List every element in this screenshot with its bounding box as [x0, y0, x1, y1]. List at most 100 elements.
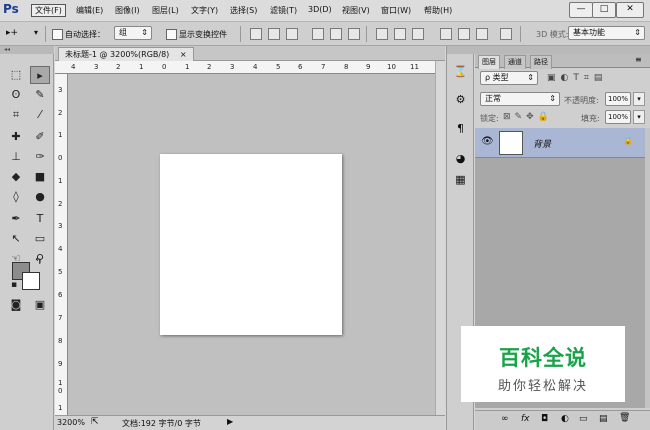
- minimize-button[interactable]: —: [569, 2, 593, 18]
- swap-colors-icon[interactable]: ↰: [32, 256, 44, 268]
- distribute-top-icon[interactable]: [376, 28, 388, 40]
- panel-grip[interactable]: [475, 46, 650, 54]
- history-brush-icon[interactable]: ✑: [30, 148, 50, 166]
- auto-align-icon[interactable]: [500, 28, 512, 40]
- distribute-vcenter-icon[interactable]: [394, 28, 406, 40]
- background-color-swatch[interactable]: [22, 272, 40, 290]
- layer-filter-dropdown[interactable]: ρ 类型 ⇕: [480, 71, 538, 85]
- history-panel-icon[interactable]: ⌛: [452, 64, 469, 79]
- layer-row-background[interactable]: 👁 背景 🔒: [475, 128, 645, 158]
- align-vcenter-icon[interactable]: [268, 28, 280, 40]
- opacity-field[interactable]: 100%: [605, 92, 631, 106]
- new-layer-icon[interactable]: ▤: [599, 414, 608, 424]
- shape-tool-icon[interactable]: ▭: [30, 230, 50, 248]
- align-right-icon[interactable]: [348, 28, 360, 40]
- pen-tool-icon[interactable]: ✒: [6, 210, 26, 228]
- panel-menu-icon[interactable]: ≡: [635, 55, 642, 64]
- tab-channels[interactable]: 通道: [504, 55, 526, 69]
- lock-options-icons[interactable]: ⊠✎✥🔒: [503, 112, 553, 122]
- menu-type[interactable]: 文字(Y): [191, 5, 218, 16]
- ruler-label: 11: [410, 63, 419, 71]
- menu-3d[interactable]: 3D(D): [308, 5, 332, 14]
- layers-scrollbar[interactable]: [645, 128, 650, 408]
- menu-help[interactable]: 帮助(H): [424, 5, 452, 16]
- menu-filter[interactable]: 滤镜(T): [270, 5, 297, 16]
- align-left-icon[interactable]: [312, 28, 324, 40]
- close-tab-icon[interactable]: ×: [180, 50, 187, 59]
- preset-dropdown-icon[interactable]: ▾: [34, 28, 38, 37]
- delete-layer-icon[interactable]: 🗑: [619, 413, 630, 423]
- distribute-hcenter-icon[interactable]: [458, 28, 470, 40]
- menu-edit[interactable]: 编辑(E): [76, 5, 103, 16]
- brush-tool-icon[interactable]: ✐: [30, 128, 50, 146]
- layer-thumbnail: [499, 131, 523, 155]
- grid-panel-icon[interactable]: ▦: [452, 172, 469, 187]
- character-panel-icon[interactable]: ¶: [452, 121, 469, 136]
- align-top-icon[interactable]: [250, 28, 262, 40]
- menu-view[interactable]: 视图(V): [342, 5, 370, 16]
- ruler-vertical[interactable]: 3 2 1 0 1 2 3 4 5 6 7 8 9 1 0 1: [55, 74, 68, 415]
- swatches-panel-icon[interactable]: ◕: [452, 151, 469, 166]
- tab-layers[interactable]: 图层: [478, 55, 500, 69]
- show-transform-checkbox[interactable]: [166, 29, 177, 40]
- workspace-dropdown[interactable]: 基本功能 ⇕: [568, 26, 645, 40]
- panel-grip[interactable]: ◂◂: [0, 46, 54, 54]
- screen-mode-icon[interactable]: ▣: [30, 296, 50, 314]
- eraser-tool-icon[interactable]: ◆: [6, 168, 26, 186]
- type-tool-icon[interactable]: T: [30, 210, 50, 228]
- new-group-icon[interactable]: ▭: [579, 414, 588, 424]
- blur-tool-icon[interactable]: ◊: [6, 188, 26, 206]
- close-button[interactable]: ✕: [616, 2, 644, 18]
- menu-image[interactable]: 图像(I): [115, 5, 140, 16]
- clone-stamp-icon[interactable]: ⊥: [6, 148, 26, 166]
- default-colors-icon[interactable]: ▪: [8, 279, 20, 291]
- filter-type-icons[interactable]: ▣◐T⌗▤: [547, 73, 607, 83]
- move-tool-icon[interactable]: ▸: [30, 66, 50, 84]
- dodge-tool-icon[interactable]: ●: [30, 188, 50, 206]
- layer-name[interactable]: 背景: [533, 137, 551, 150]
- align-bottom-icon[interactable]: [286, 28, 298, 40]
- distribute-right-icon[interactable]: [476, 28, 488, 40]
- tab-paths[interactable]: 路径: [530, 55, 552, 69]
- menu-file[interactable]: 文件(F): [31, 4, 66, 17]
- visibility-eye-icon[interactable]: 👁: [481, 136, 494, 147]
- lasso-tool-icon[interactable]: ʘ: [6, 86, 26, 104]
- crop-tool-icon[interactable]: ⌗: [6, 106, 26, 124]
- quick-mask-icon[interactable]: ◙: [6, 296, 26, 314]
- auto-select-checkbox[interactable]: [52, 29, 63, 40]
- properties-panel-icon[interactable]: ⚙: [452, 92, 469, 107]
- mode-3d-label: 3D 模式:: [536, 30, 569, 39]
- menu-window[interactable]: 窗口(W): [381, 5, 411, 16]
- document-canvas[interactable]: [160, 154, 342, 335]
- fill-dropdown-icon[interactable]: ▾: [633, 110, 645, 124]
- zoom-level[interactable]: 3200%: [57, 418, 85, 427]
- path-select-icon[interactable]: ↖: [6, 230, 26, 248]
- align-hcenter-icon[interactable]: [330, 28, 342, 40]
- menu-layer[interactable]: 图层(L): [152, 5, 179, 16]
- blend-mode-dropdown[interactable]: 正常 ⇕: [480, 92, 560, 106]
- adjustment-layer-icon[interactable]: ◐: [561, 414, 569, 424]
- gradient-tool-icon[interactable]: ■: [30, 168, 50, 186]
- ruler-horizontal[interactable]: 4 3 2 1 0 1 2 3 4 5 6 7 8 9 10 11: [55, 61, 435, 74]
- distribute-left-icon[interactable]: [440, 28, 452, 40]
- document-tab[interactable]: 未标题-1 @ 3200%(RGB/8) ×: [58, 47, 194, 61]
- fill-field[interactable]: 100%: [605, 110, 631, 124]
- marquee-tool-icon[interactable]: ⬚: [6, 66, 26, 84]
- opacity-dropdown-icon[interactable]: ▾: [633, 92, 645, 106]
- eyedropper-tool-icon[interactable]: ⁄: [30, 106, 50, 124]
- move-tool-preset[interactable]: ▸+: [6, 28, 18, 38]
- add-mask-icon[interactable]: ◘: [541, 414, 548, 424]
- quick-select-tool-icon[interactable]: ✎: [30, 86, 50, 104]
- share-icon[interactable]: ⇱: [91, 417, 99, 427]
- status-menu-arrow-icon[interactable]: ▶: [227, 417, 233, 426]
- healing-brush-icon[interactable]: ✚: [6, 128, 26, 146]
- auto-select-dropdown[interactable]: 组 ⇕: [114, 26, 152, 40]
- fx-icon[interactable]: fx: [521, 414, 530, 424]
- distribute-bottom-icon[interactable]: [412, 28, 424, 40]
- restore-button[interactable]: □: [592, 2, 616, 18]
- dock-grip[interactable]: [447, 46, 475, 54]
- menu-select[interactable]: 选择(S): [230, 5, 257, 16]
- link-layers-icon[interactable]: ∞: [501, 414, 509, 424]
- vertical-scrollbar[interactable]: [435, 61, 445, 415]
- document-title: 未标题-1 @ 3200%(RGB/8): [65, 50, 170, 59]
